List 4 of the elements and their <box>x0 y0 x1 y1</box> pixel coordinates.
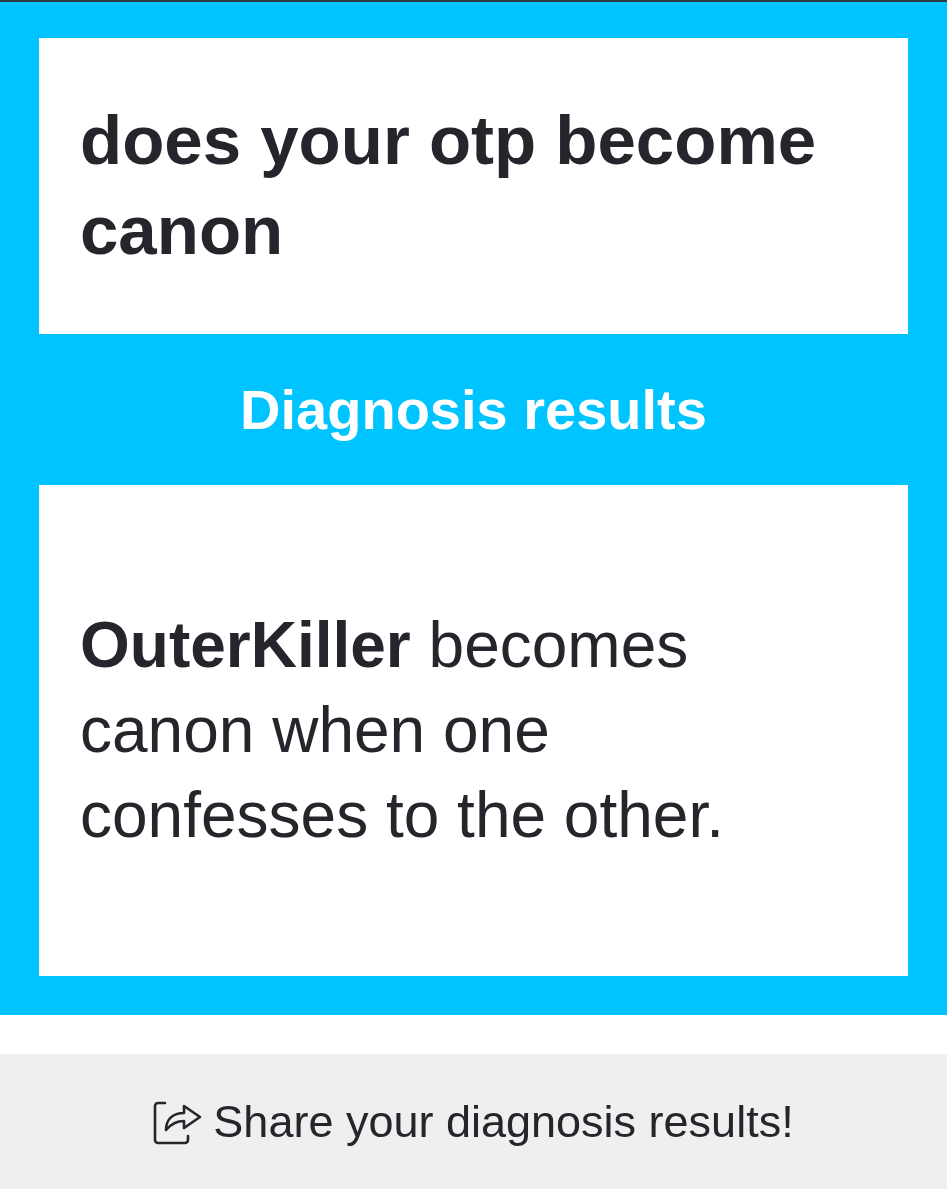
result-text: OuterKiller becomes canon when one confesses to the other. <box>80 608 725 853</box>
results-heading: Diagnosis results <box>240 377 707 442</box>
quiz-title: does your otp become canon <box>80 101 818 271</box>
share-button[interactable]: Share your diagnosis results! <box>0 1054 947 1189</box>
